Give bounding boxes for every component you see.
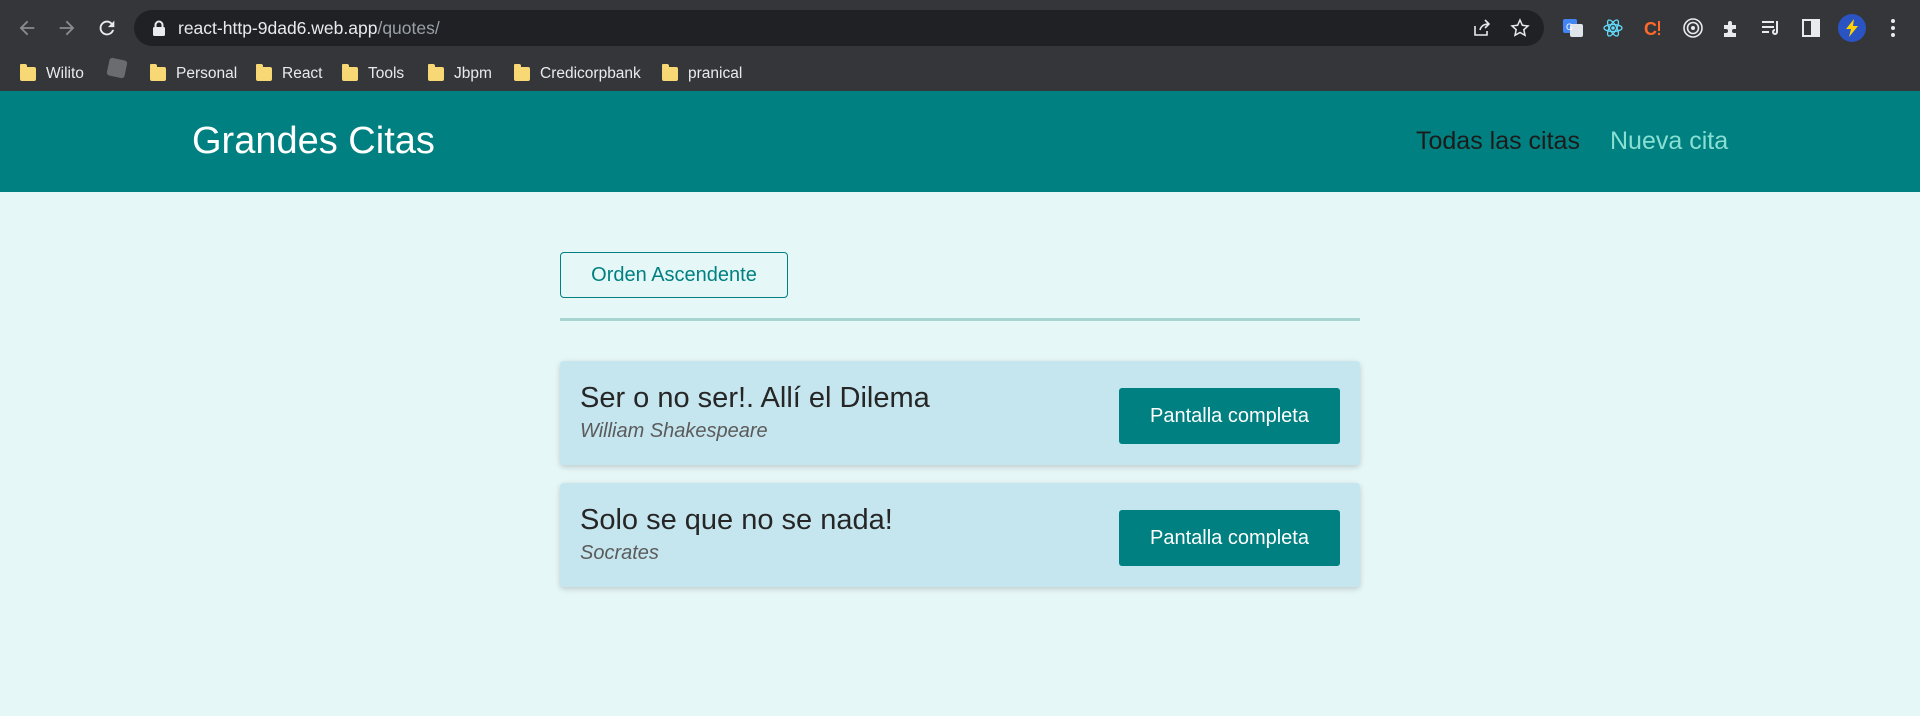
fullscreen-button[interactable]: Pantalla completa: [1119, 510, 1340, 566]
nav-new-quote-link[interactable]: Nueva cita: [1610, 126, 1728, 156]
share-icon[interactable]: [1472, 18, 1492, 38]
fullscreen-button[interactable]: Pantalla completa: [1119, 388, 1340, 444]
sort-divider: [560, 318, 1360, 321]
app-logo: Grandes Citas: [192, 120, 435, 162]
sort-ascending-button[interactable]: Orden Ascendente: [560, 252, 788, 298]
bookmark-personal[interactable]: Personal: [150, 62, 237, 86]
svg-text:G: G: [1566, 22, 1573, 32]
svg-text:C: C: [1644, 19, 1657, 39]
forward-arrow-icon: [59, 20, 75, 36]
bookmark-label: Personal: [176, 65, 238, 82]
folder-icon: [20, 64, 36, 81]
bookmark-label: React: [282, 65, 323, 82]
bookmark-credicorpbank[interactable]: Credicorpbank: [514, 62, 641, 86]
bookmark-react[interactable]: React: [256, 62, 323, 86]
bookmark-label: Jbpm: [454, 65, 492, 82]
bookmark-label: Credicorpbank: [540, 65, 641, 82]
browser-toolbar: react-http-9dad6.web.app/quotes/ G C: [0, 0, 1920, 56]
quote-author: William Shakespeare: [580, 420, 768, 442]
folder-icon: [514, 64, 530, 81]
quote-text: Solo se que no se nada!: [580, 504, 893, 536]
reload-icon: [99, 20, 115, 36]
bookmark-tools[interactable]: Tools: [342, 62, 404, 86]
quote-author: Socrates: [580, 542, 659, 564]
star-bookmark-icon[interactable]: [1510, 18, 1530, 38]
app-header: Grandes Citas Todas las citas Nueva cita: [0, 91, 1920, 192]
bookmark-label: Tools: [368, 65, 405, 82]
browser-chrome: react-http-9dad6.web.app/quotes/ G C Wil…: [0, 0, 1920, 91]
extensions-puzzle-icon[interactable]: [1718, 14, 1744, 42]
bookmark-jbpm[interactable]: Jbpm: [428, 62, 492, 86]
quote-text: Ser o no ser!. Allí el Dilema: [580, 382, 930, 414]
bookmark-wilito[interactable]: Wilito: [20, 62, 84, 86]
roblox-bookmark-icon[interactable]: [106, 57, 128, 79]
reload-button[interactable]: [92, 13, 122, 43]
address-bar[interactable]: react-http-9dad6.web.app/quotes/: [134, 10, 1544, 46]
bookmark-label: Wilito: [46, 65, 84, 82]
target-extension-icon[interactable]: [1680, 14, 1706, 42]
folder-icon: [662, 64, 678, 81]
side-panel-icon[interactable]: [1798, 14, 1824, 42]
folder-icon: [150, 64, 166, 81]
url-host: react-http-9dad6.web.app: [178, 18, 378, 38]
folder-icon: [256, 64, 272, 81]
quote-card: Ser o no ser!. Allí el Dilema William Sh…: [560, 361, 1360, 465]
folder-icon: [428, 64, 444, 81]
bookmark-label: pranical: [688, 65, 743, 82]
url-text: react-http-9dad6.web.app/quotes/: [178, 18, 440, 38]
coupon-extension-icon[interactable]: C: [1640, 14, 1666, 42]
quote-card: Solo se que no se nada! Socrates Pantall…: [560, 483, 1360, 587]
browser-menu-icon[interactable]: [1880, 14, 1906, 42]
reading-list-icon[interactable]: [1758, 14, 1784, 42]
forward-button[interactable]: [52, 13, 82, 43]
profile-avatar-icon[interactable]: [1838, 14, 1866, 42]
react-devtools-icon[interactable]: [1600, 14, 1626, 42]
lock-icon: [153, 20, 165, 36]
bookmark-pranical[interactable]: pranical: [662, 62, 742, 86]
translate-extension-icon[interactable]: G: [1560, 14, 1586, 42]
url-path: /quotes/: [377, 18, 440, 38]
bookmarks-bar: Wilito Personal React Tools Jbpm Credico…: [0, 56, 1920, 91]
back-button[interactable]: [12, 13, 42, 43]
folder-icon: [342, 64, 358, 81]
nav-all-quotes-link[interactable]: Todas las citas: [1416, 126, 1580, 156]
back-arrow-icon: [19, 20, 35, 36]
